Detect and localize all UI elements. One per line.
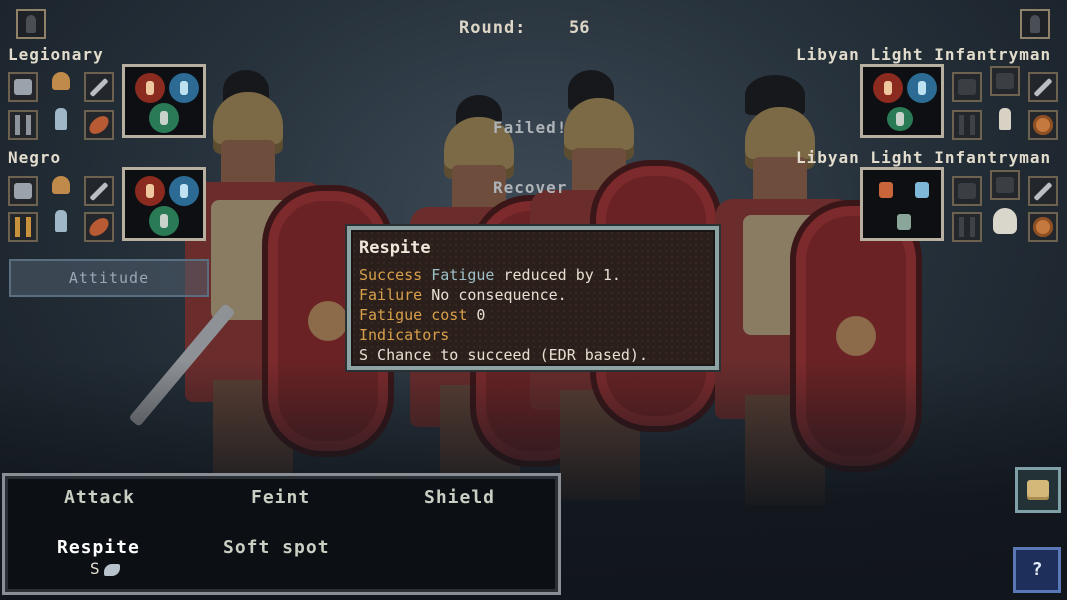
tooltip-title: Respite: [359, 238, 431, 258]
body-figure-icon: [55, 108, 67, 130]
unit-status-panel: [122, 64, 206, 138]
help-button[interactable]: ?: [1013, 547, 1061, 593]
body-slot[interactable]: [990, 206, 1020, 236]
weapon-slot[interactable]: [1028, 176, 1058, 206]
spear-icon: [1033, 77, 1053, 97]
respite-indicator: S: [90, 559, 120, 578]
body-slot[interactable]: [46, 206, 76, 236]
unit-name-libyan-2: Libyan Light Infantryman: [796, 148, 1052, 167]
tooltip-line-success: Success Fatigue reduced by 1.: [359, 266, 621, 284]
greaves-slot[interactable]: [8, 110, 38, 140]
tooltip-line-cost: Fatigue cost 0: [359, 306, 486, 324]
greaves-icon: [959, 115, 975, 135]
scroll-log-button[interactable]: [1015, 467, 1061, 513]
action-shield-button[interactable]: Shield: [424, 487, 495, 508]
spear-icon: [1033, 181, 1053, 201]
greaves-slot[interactable]: [8, 212, 38, 242]
round-label: Round:: [459, 18, 527, 38]
armor-icon: [958, 79, 976, 95]
unit-name-libyan-1: Libyan Light Infantryman: [796, 45, 1052, 64]
action-respite-button[interactable]: Respite: [57, 537, 140, 558]
strength-status-icon: [135, 176, 165, 206]
unit-status-panel: [860, 64, 944, 138]
helmet-icon: [996, 73, 1014, 89]
round-shield-icon: [1033, 217, 1053, 237]
agility-status-icon: [169, 73, 199, 103]
failed-text: Failed!: [493, 118, 568, 137]
armor-icon: [14, 79, 32, 95]
greaves-icon: [15, 217, 31, 237]
tooltip-line-indicator-s: S Chance to succeed (EDR based).: [359, 346, 648, 364]
weapon-slot[interactable]: [84, 176, 114, 206]
action-feint-button[interactable]: Feint: [251, 487, 310, 508]
stamina-status-icon: [149, 206, 179, 236]
armor-slot[interactable]: [8, 176, 38, 206]
armor-icon: [958, 183, 976, 199]
body-slot[interactable]: [990, 104, 1020, 134]
helmet-slot[interactable]: [46, 66, 76, 96]
armor-slot[interactable]: [8, 72, 38, 102]
strength-status-icon: [873, 73, 903, 103]
helmet-icon: [996, 177, 1014, 193]
round-shield-icon: [1033, 115, 1053, 135]
agility-status-icon: [915, 182, 929, 198]
player-portrait-button[interactable]: [16, 9, 46, 39]
scroll-icon: [1027, 480, 1049, 500]
tooltip-line-failure: Failure No consequence.: [359, 286, 567, 304]
agility-status-icon: [907, 73, 937, 103]
unit-status-panel: [122, 167, 206, 241]
action-attack-button[interactable]: Attack: [64, 487, 135, 508]
agility-status-icon: [169, 176, 199, 206]
round-value: 56: [569, 18, 590, 38]
attitude-button[interactable]: Attitude: [9, 259, 209, 297]
helmet-slot[interactable]: [990, 66, 1020, 96]
enemy-portrait-button[interactable]: [1020, 9, 1050, 39]
shield-slot[interactable]: [84, 110, 114, 140]
unit-name-negro: Negro: [8, 148, 62, 167]
helmet-icon: [52, 72, 70, 90]
strength-status-icon: [879, 182, 893, 198]
wing-icon: [103, 563, 120, 576]
shield-slot[interactable]: [1028, 212, 1058, 242]
skull-icon: [993, 208, 1017, 234]
stamina-status-icon: [887, 107, 913, 131]
action-tooltip: Respite Success Fatigue reduced by 1. Fa…: [347, 226, 719, 370]
greaves-slot[interactable]: [952, 110, 982, 140]
armor-slot[interactable]: [952, 72, 982, 102]
recover-text: Recover: [493, 178, 568, 197]
helmet-slot[interactable]: [46, 170, 76, 200]
weapon-slot[interactable]: [84, 72, 114, 102]
stamina-status-icon: [149, 103, 179, 133]
greaves-icon: [959, 217, 975, 237]
greaves-slot[interactable]: [952, 212, 982, 242]
action-soft-spot-button[interactable]: Soft spot: [223, 537, 330, 558]
greaves-icon: [15, 115, 31, 135]
strength-status-icon: [135, 73, 165, 103]
body-figure-icon: [999, 108, 1011, 130]
body-figure-icon: [55, 210, 67, 232]
body-slot[interactable]: [46, 104, 76, 134]
armor-slot[interactable]: [952, 176, 982, 206]
shield-icon: [86, 112, 112, 138]
helmet-icon: [52, 176, 70, 194]
sword-icon: [89, 181, 109, 201]
shield-slot[interactable]: [1028, 110, 1058, 140]
shield-slot[interactable]: [84, 212, 114, 242]
unit-name-legionary: Legionary: [8, 45, 104, 64]
stamina-status-icon: [897, 214, 911, 230]
tooltip-line-indicators: Indicators: [359, 326, 450, 344]
action-panel: Attack Feint Shield Respite Soft spot S: [2, 473, 561, 595]
weapon-slot[interactable]: [1028, 72, 1058, 102]
armor-icon: [14, 183, 32, 199]
sword-icon: [89, 77, 109, 97]
unit-status-panel: [860, 167, 944, 241]
helmet-slot[interactable]: [990, 170, 1020, 200]
shield-icon: [86, 214, 112, 240]
